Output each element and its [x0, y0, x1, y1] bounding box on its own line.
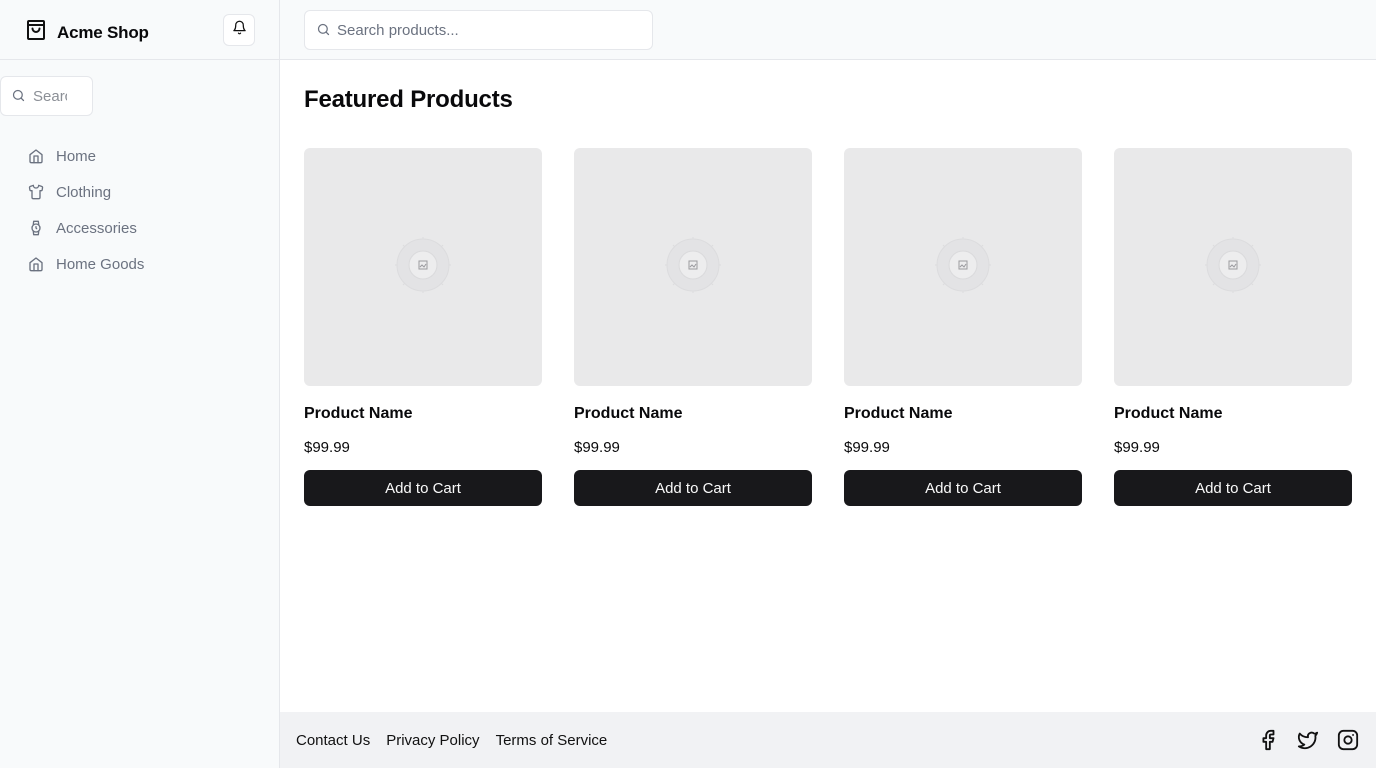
sidebar-nav: Home Clothing Accessories Home Goods: [28, 138, 144, 282]
product-name[interactable]: Product Name: [1114, 404, 1352, 424]
product-image-placeholder[interactable]: [304, 148, 542, 386]
sidebar-item-label: Accessories: [56, 219, 137, 237]
social-links: [1256, 728, 1360, 752]
home-icon: [28, 256, 44, 272]
sidebar-item-label: Clothing: [56, 183, 112, 201]
image-placeholder-icon: [391, 233, 455, 302]
footer: Contact Us Privacy Policy Terms of Servi…: [280, 712, 1376, 768]
product-card: Product Name $99.99 Add to Cart: [304, 148, 542, 506]
product-name[interactable]: Product Name: [304, 404, 542, 424]
product-price: $99.99: [574, 439, 620, 456]
brand-name: Acme Shop: [57, 22, 149, 42]
add-to-cart-button[interactable]: Add to Cart: [1114, 470, 1352, 506]
sidebar: Acme Shop Home Clothin: [0, 0, 280, 768]
footer-link-contact[interactable]: Contact Us: [296, 732, 370, 749]
image-placeholder-icon: [931, 233, 995, 302]
product-card: Product Name $99.99 Add to Cart: [844, 148, 1082, 506]
product-image-placeholder[interactable]: [844, 148, 1082, 386]
footer-link-terms[interactable]: Terms of Service: [496, 732, 608, 749]
product-card: Product Name $99.99 Add to Cart: [1114, 148, 1352, 506]
home-icon: [28, 148, 44, 164]
facebook-icon[interactable]: [1256, 728, 1280, 752]
footer-link-privacy[interactable]: Privacy Policy: [386, 732, 479, 749]
sidebar-item-clothing[interactable]: Clothing: [28, 174, 144, 210]
notifications-button[interactable]: [223, 14, 255, 46]
brand-link[interactable]: Acme Shop: [24, 18, 149, 47]
add-to-cart-button[interactable]: Add to Cart: [304, 470, 542, 506]
product-price: $99.99: [304, 439, 350, 456]
sidebar-item-home-goods[interactable]: Home Goods: [28, 246, 144, 282]
product-name[interactable]: Product Name: [574, 404, 812, 424]
twitter-icon[interactable]: [1296, 728, 1320, 752]
image-placeholder-icon: [661, 233, 725, 302]
sidebar-item-label: Home Goods: [56, 255, 145, 273]
search-icon: [316, 22, 331, 42]
brand-row: Acme Shop: [0, 0, 279, 60]
image-placeholder-icon: [1201, 233, 1265, 302]
footer-links: Contact Us Privacy Policy Terms of Servi…: [296, 712, 607, 768]
page-title: Featured Products: [304, 86, 513, 113]
instagram-icon[interactable]: [1336, 728, 1360, 752]
sidebar-search-input[interactable]: [33, 77, 67, 115]
product-image-placeholder[interactable]: [574, 148, 812, 386]
product-search: [304, 10, 653, 50]
add-to-cart-button[interactable]: Add to Cart: [844, 470, 1082, 506]
product-image-placeholder[interactable]: [1114, 148, 1352, 386]
product-grid: Product Name $99.99 Add to Cart Product …: [304, 148, 1352, 506]
sidebar-item-label: Home: [56, 147, 97, 165]
watch-icon: [28, 220, 44, 236]
add-to-cart-button[interactable]: Add to Cart: [574, 470, 812, 506]
sidebar-item-accessories[interactable]: Accessories: [28, 210, 144, 246]
bell-icon: [232, 20, 247, 40]
product-price: $99.99: [844, 439, 890, 456]
product-search-input[interactable]: [337, 11, 637, 49]
shopping-bag-icon: [24, 18, 48, 47]
search-icon: [11, 88, 26, 108]
shirt-icon: [28, 184, 44, 200]
sidebar-item-home[interactable]: Home: [28, 138, 144, 174]
top-bar: [280, 0, 1376, 60]
sidebar-search: [0, 76, 93, 116]
product-price: $99.99: [1114, 439, 1160, 456]
product-name[interactable]: Product Name: [844, 404, 1082, 424]
main-content: Featured Products Product Name $99.99 Ad…: [280, 60, 1376, 712]
product-card: Product Name $99.99 Add to Cart: [574, 148, 812, 506]
